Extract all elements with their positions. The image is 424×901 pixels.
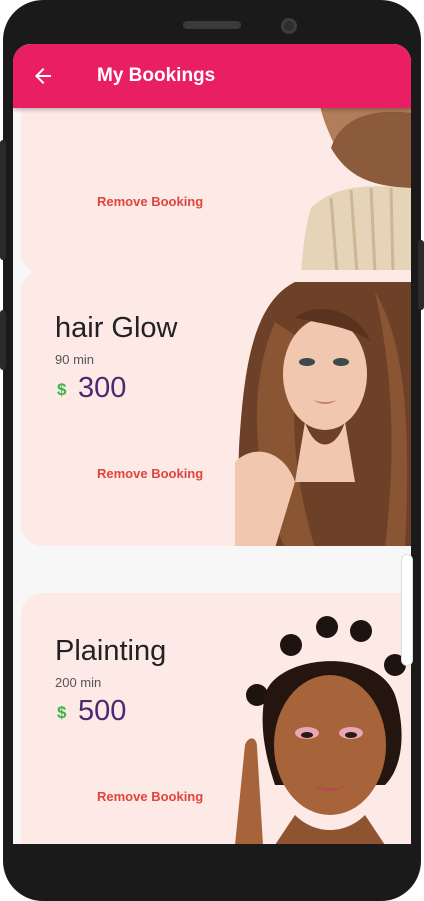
system-nav-bar [13,844,411,866]
app-bar: My Bookings [13,44,411,108]
volume-button-lower [0,310,6,370]
service-name: hair Glow [55,312,178,344]
currency-symbol: $ [57,703,67,722]
page-title: My Bookings [97,65,216,86]
service-name: Plainting [55,635,167,667]
front-camera [281,18,297,34]
edge-handle[interactable] [401,554,413,666]
remove-booking-button[interactable]: Remove Booking [97,194,203,209]
app-screen: My Bookings Remove Booking hair Glow 90 … [13,44,411,844]
booking-card: Plainting 200 min $ 500 Remove Booking [21,593,411,844]
service-duration: 90 min [55,352,95,367]
remove-booking-button[interactable]: Remove Booking [97,789,203,804]
service-photo [235,615,411,844]
arrow-left-icon[interactable] [31,64,55,88]
speaker-grille [183,21,241,29]
currency-symbol: $ [57,380,67,399]
volume-button [0,140,6,260]
booking-card: hair Glow 90 min $ 300 Remove Booking [21,270,411,546]
phone-frame: My Bookings Remove Booking hair Glow 90 … [0,0,424,901]
service-price: 300 [78,372,127,404]
service-duration: 200 min [55,675,102,690]
power-button [418,240,424,310]
service-photo [235,282,411,546]
remove-booking-button[interactable]: Remove Booking [97,466,203,481]
service-price: 500 [78,695,127,727]
